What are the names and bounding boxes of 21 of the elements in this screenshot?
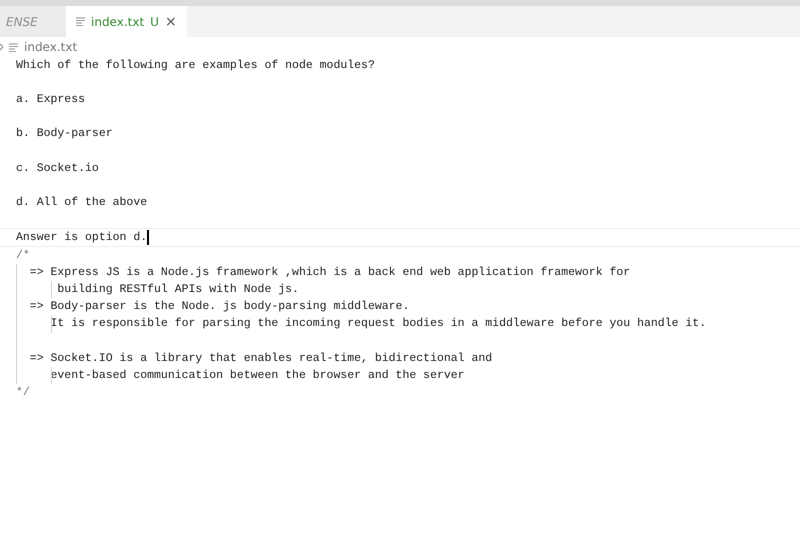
file-lines-icon — [9, 42, 18, 52]
breadcrumb-file[interactable]: index.txt — [24, 40, 78, 54]
code-line: It is responsible for parsing the incoming request bodies in a middleware before you handle it. — [50, 317, 706, 330]
git-status: U — [150, 14, 159, 28]
code-line: a. Express — [16, 93, 86, 106]
code-line: => Socket.IO is a library that enables real-time, bidirectional and — [28, 352, 492, 365]
code-line: b. Body-parser — [16, 127, 113, 140]
file-lines-icon — [76, 17, 85, 26]
code-line: => Body-parser is the Node. js body-parsing middleware. — [28, 300, 410, 314]
code-line: Answer is option d. — [16, 230, 148, 244]
code-line: d. All of the above — [16, 196, 148, 209]
code-line: building RESTful APIs with Node js. — [56, 283, 299, 296]
code-line: Which of the following are examples of node modules? — [16, 59, 375, 72]
close-icon[interactable]: × — [164, 14, 177, 30]
code-line: /* — [16, 249, 30, 262]
editor-tab[interactable]: index.txt U × — [66, 6, 187, 37]
chevron-icon — [0, 43, 3, 51]
code-line: event-based communication between the browser and the server — [50, 368, 465, 382]
code-line: */ — [16, 386, 30, 399]
code-line: c. Socket.io — [16, 162, 99, 175]
code-line: => Express JS is a Node.js framework ,which is a back end web application framework for — [28, 266, 630, 280]
